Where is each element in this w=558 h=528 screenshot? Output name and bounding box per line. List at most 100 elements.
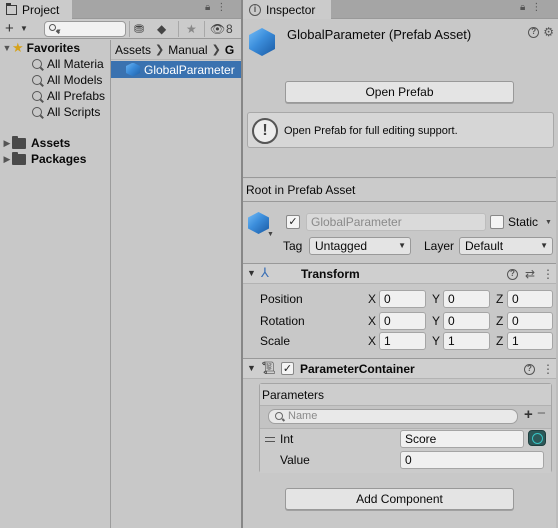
search-icon [275, 412, 283, 420]
object-picker-icon[interactable] [528, 430, 546, 446]
component-enabled-checkbox[interactable]: ✓ [281, 362, 294, 375]
more-icon[interactable]: ⋮ [531, 2, 541, 13]
parameter-key-field[interactable]: Score [400, 430, 524, 448]
tab-project[interactable]: Project [0, 0, 72, 19]
create-plus-icon[interactable]: + [5, 20, 14, 37]
assets-folder-row[interactable]: ▶ Assets [2, 135, 70, 151]
asset-list-item-selected[interactable]: GlobalParameter [111, 61, 241, 78]
component-tools: ? ⇄ ⋮ [506, 267, 554, 281]
folder-icon [12, 135, 26, 149]
prefab-cube-icon [126, 62, 140, 77]
foldout-arrow-icon[interactable]: ▼ [247, 268, 256, 278]
breadcrumb-item[interactable]: Manual [168, 43, 207, 57]
project-tab-tools: 🔒︎ ⋮ [205, 2, 226, 13]
search-by-type-icon[interactable]: ⛃ [134, 22, 144, 36]
list-item[interactable]: Int Score Value 0 [260, 428, 551, 473]
help-icon[interactable]: ? [506, 268, 518, 280]
gameobject-cube-icon[interactable] [248, 212, 269, 234]
search-by-label-icon[interactable]: ◆ [157, 22, 166, 36]
packages-folder-row[interactable]: ▶ Packages [2, 151, 86, 167]
favorite-item[interactable]: All Scripts [32, 104, 100, 120]
active-checkbox[interactable]: ✓ [286, 215, 300, 229]
help-icon[interactable]: ? [524, 363, 535, 375]
icon-dropdown-caret-icon[interactable]: ▼ [267, 231, 274, 238]
rotation-y-field[interactable]: 0 [443, 312, 490, 330]
breadcrumb-separator-icon: ❯ [211, 44, 221, 56]
add-component-button[interactable]: Add Component [285, 488, 514, 510]
collapse-arrow-icon[interactable]: ▶ [2, 138, 12, 149]
more-icon[interactable]: ⋮ [542, 267, 554, 281]
tag-label: Tag [283, 239, 303, 253]
search-placeholder: Name [288, 410, 318, 422]
scale-x-field[interactable]: 1 [379, 332, 426, 350]
parameter-value-label: Value [280, 453, 310, 467]
static-checkbox[interactable] [490, 215, 504, 229]
add-item-plus-icon[interactable]: + [524, 406, 533, 423]
parameter-value-field[interactable]: 0 [400, 451, 544, 469]
tab-inspector[interactable]: i Inspector [243, 0, 331, 19]
tag-dropdown[interactable]: Untagged ▼ [309, 237, 411, 255]
foldout-arrow-icon[interactable]: ▼ [247, 363, 256, 373]
scale-z-field[interactable]: 1 [507, 332, 553, 350]
axis-label-z[interactable]: Z [496, 292, 503, 306]
static-label: Static [508, 215, 539, 229]
expand-arrow-icon[interactable]: ▼ [2, 43, 12, 53]
position-z-field[interactable]: 0 [507, 290, 553, 308]
favorite-item-label: All Models [47, 73, 103, 87]
transform-component-header[interactable]: ▼ ⅄ Transform ? ⇄ ⋮ [243, 263, 558, 284]
rotation-x-field[interactable]: 0 [379, 312, 426, 330]
lock-icon[interactable]: 🔒︎ [205, 2, 210, 13]
hidden-packages-eye-icon[interactable]: 👁︎ [210, 22, 225, 36]
axis-label-x[interactable]: X [368, 314, 376, 328]
field-label: Scale [260, 334, 291, 348]
rotation-z-field[interactable]: 0 [507, 312, 553, 330]
collapse-arrow-icon[interactable]: ▶ [2, 154, 12, 165]
project-search-input[interactable]: ▾ [44, 21, 126, 37]
breadcrumb-item[interactable]: G [225, 43, 234, 57]
favorites-row[interactable]: ▼ ★ Favorites [2, 40, 80, 56]
more-icon[interactable]: ⋮ [216, 2, 226, 13]
axis-label-x[interactable]: X [368, 292, 376, 306]
axis-label-y[interactable]: Y [432, 314, 440, 328]
parametercontainer-component-header[interactable]: ▼ 📜︎ ✓ ParameterContainer ? ⋮ [243, 358, 558, 379]
axis-label-y[interactable]: Y [432, 292, 440, 306]
drag-handle-icon[interactable] [265, 437, 275, 442]
gameobject-name-field[interactable]: GlobalParameter [306, 213, 486, 231]
open-prefab-button[interactable]: Open Prefab [285, 81, 514, 103]
parameters-list-header[interactable]: Parameters [260, 384, 551, 406]
toolbar-separator [129, 21, 130, 37]
inspector-header: GlobalParameter (Prefab Asset) ? ⚙ [243, 20, 558, 72]
help-icon[interactable]: ? [528, 26, 540, 38]
create-dropdown-caret-icon[interactable]: ▼ [20, 24, 28, 33]
lock-icon[interactable]: 🔒︎ [520, 2, 525, 13]
project-pane-divider[interactable] [110, 40, 111, 528]
project-tabbar: Project 🔒︎ ⋮ [0, 0, 241, 19]
root-in-prefab-label: Root in Prefab Asset [243, 179, 558, 201]
static-dropdown-caret-icon[interactable]: ▼ [545, 219, 552, 226]
breadcrumb-item[interactable]: Assets [115, 43, 151, 57]
remove-item-minus-icon[interactable]: − [537, 405, 546, 422]
position-y-field[interactable]: 0 [443, 290, 490, 308]
axis-label-y[interactable]: Y [432, 334, 440, 348]
gear-icon[interactable]: ⚙ [543, 26, 554, 38]
favorite-item[interactable]: All Materia [32, 56, 104, 72]
warning-exclamation-icon: ! [252, 118, 278, 144]
favorite-item[interactable]: All Models [32, 72, 102, 88]
preset-sliders-icon[interactable]: ⇄ [525, 267, 535, 281]
scale-y-field[interactable]: 1 [443, 332, 490, 350]
favorites-star-icon[interactable]: ★ [186, 22, 197, 36]
favorite-item[interactable]: All Prefabs [32, 88, 105, 104]
axis-label-z[interactable]: Z [496, 314, 503, 328]
chevron-down-icon: ▼ [540, 241, 548, 250]
field-label: Position [260, 292, 303, 306]
inspector-tabbar: i Inspector 🔒︎ ⋮ [243, 0, 558, 19]
parameter-name-search-input[interactable]: Name [268, 409, 518, 424]
axis-label-x[interactable]: X [368, 334, 376, 348]
info-icon: i [249, 3, 261, 16]
chevron-down-icon: ▼ [398, 241, 406, 250]
position-x-field[interactable]: 0 [379, 290, 426, 308]
more-icon[interactable]: ⋮ [542, 362, 554, 376]
search-icon [32, 59, 42, 69]
layer-dropdown[interactable]: Default ▼ [459, 237, 553, 255]
axis-label-z[interactable]: Z [496, 334, 503, 348]
